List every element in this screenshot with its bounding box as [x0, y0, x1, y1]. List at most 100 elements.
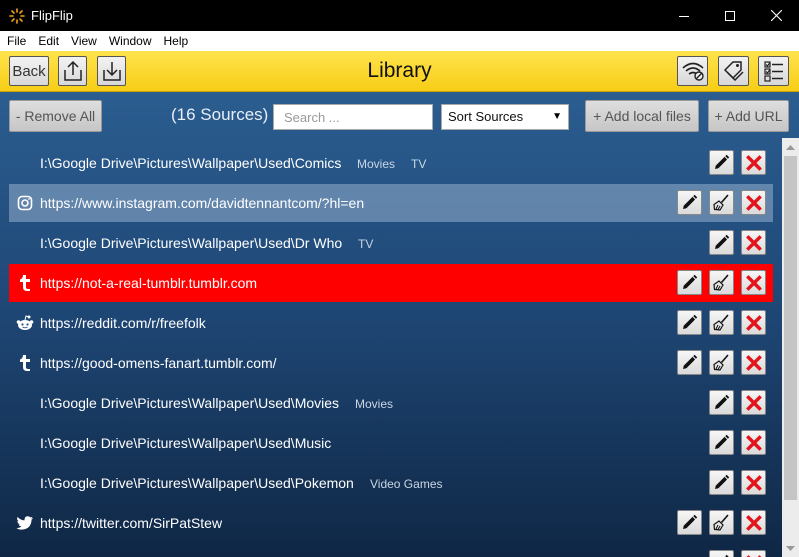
menu-window[interactable]: Window [102, 31, 157, 51]
delete-x-icon [745, 354, 762, 371]
delete-x-icon [745, 234, 762, 251]
menu-file[interactable]: File [0, 31, 31, 51]
instagram-icon [16, 194, 34, 212]
delete-source-button[interactable] [741, 510, 766, 535]
back-button[interactable]: Back [9, 56, 49, 86]
edit-pencil-icon [713, 154, 730, 171]
source-url[interactable]: https://not-a-real-tumblr.tumblr.com [40, 275, 257, 291]
delete-source-button[interactable] [741, 470, 766, 495]
source-url[interactable]: I:\Google Drive\Pictures\Wallpaper\Used\… [40, 395, 339, 411]
source-row[interactable]: I:\Google Drive\Pictures\Wallpaper\Used\… [9, 544, 773, 557]
edit-source-button[interactable] [677, 510, 702, 535]
minimize-icon [679, 15, 689, 17]
remove-all-button[interactable]: - Remove All [9, 100, 102, 132]
broom-icon [713, 314, 730, 331]
edit-source-button[interactable] [709, 390, 734, 415]
edit-pencil-icon [713, 394, 730, 411]
twitter-icon [16, 514, 34, 532]
source-tag: TV [411, 157, 427, 171]
delete-source-button[interactable] [741, 150, 766, 175]
clean-source-button[interactable] [709, 270, 734, 295]
menu-help[interactable]: Help [157, 31, 194, 51]
delete-x-icon [745, 434, 762, 451]
menu-edit[interactable]: Edit [31, 31, 64, 51]
edit-pencil-icon [713, 434, 730, 451]
source-row[interactable]: https://reddit.com/r/freefolk [9, 304, 773, 342]
source-url[interactable]: https://reddit.com/r/freefolk [40, 315, 206, 331]
wifi-off-icon [681, 62, 704, 81]
delete-x-icon [745, 154, 762, 171]
source-row[interactable]: I:\Google Drive\Pictures\Wallpaper\Used\… [9, 464, 773, 502]
delete-source-button[interactable] [741, 390, 766, 415]
close-window-button[interactable] [753, 0, 799, 31]
source-count: (16 Sources) [171, 105, 269, 124]
add-local-files-button[interactable]: + Add local files [585, 100, 699, 132]
clean-source-button[interactable] [709, 190, 734, 215]
scrollbar-thumb[interactable] [784, 156, 797, 500]
source-row[interactable]: https://www.instagram.com/davidtennantco… [9, 184, 773, 222]
delete-source-button[interactable] [741, 310, 766, 335]
maximize-button[interactable] [707, 0, 753, 31]
add-url-button[interactable]: + Add URL [708, 100, 789, 132]
source-url[interactable]: https://twitter.com/SirPatStew [40, 515, 222, 531]
delete-x-icon [745, 314, 762, 331]
clean-source-button[interactable] [709, 310, 734, 335]
menu-view[interactable]: View [64, 31, 102, 51]
broom-icon [713, 514, 730, 531]
sort-selected-value: Sort Sources [448, 109, 524, 124]
tag-manager-button[interactable] [718, 56, 749, 86]
edit-source-button[interactable] [709, 470, 734, 495]
clean-source-button[interactable] [709, 350, 734, 375]
delete-x-icon [745, 194, 762, 211]
batch-tag-button[interactable] [758, 56, 789, 86]
offline-mode-button[interactable] [677, 56, 708, 86]
scroll-up-icon[interactable] [785, 142, 796, 154]
source-row[interactable]: https://not-a-real-tumblr.tumblr.com [9, 264, 773, 302]
source-url[interactable]: I:\Google Drive\Pictures\Wallpaper\Used\… [40, 475, 354, 491]
scroll-down-icon[interactable] [785, 542, 796, 554]
source-tag: Movies [357, 157, 396, 171]
source-url[interactable]: https://www.instagram.com/davidtennantco… [40, 195, 364, 211]
delete-x-icon [745, 514, 762, 531]
edit-source-button[interactable] [677, 350, 702, 375]
source-row[interactable]: I:\Google Drive\Pictures\Wallpaper\Used\… [9, 384, 773, 422]
source-row[interactable]: https://good-omens-fanart.tumblr.com/ [9, 344, 773, 382]
window-title: FlipFlip [31, 8, 73, 23]
edit-source-button[interactable] [677, 310, 702, 335]
edit-pencil-icon [681, 354, 698, 371]
broom-icon [713, 354, 730, 371]
source-row[interactable]: I:\Google Drive\Pictures\Wallpaper\Used\… [9, 224, 773, 262]
delete-source-button[interactable] [741, 350, 766, 375]
delete-x-icon [745, 474, 762, 491]
edit-source-button[interactable] [709, 430, 734, 455]
source-url[interactable]: I:\Google Drive\Pictures\Wallpaper\Used\… [40, 235, 342, 251]
sort-sources-select[interactable]: Sort Sources ▼ [441, 104, 569, 130]
clean-source-button[interactable] [709, 510, 734, 535]
source-url[interactable]: I:\Google Drive\Pictures\Wallpaper\Used\… [40, 435, 331, 451]
delete-source-button[interactable] [741, 270, 766, 295]
source-tag: Video Games [370, 477, 443, 491]
tumblr-icon [16, 354, 34, 372]
source-url[interactable]: https://good-omens-fanart.tumblr.com/ [40, 355, 277, 371]
minimize-button[interactable] [661, 0, 707, 31]
edit-source-button[interactable] [677, 190, 702, 215]
flipflip-logo-icon [9, 8, 25, 24]
close-icon [770, 10, 782, 21]
source-row[interactable]: I:\Google Drive\Pictures\Wallpaper\Used\… [9, 424, 773, 462]
source-row[interactable]: I:\Google Drive\Pictures\Wallpaper\Used\… [9, 144, 773, 182]
import-button[interactable] [97, 56, 126, 86]
delete-source-button[interactable] [741, 550, 766, 557]
search-input[interactable] [273, 104, 433, 130]
edit-pencil-icon [681, 314, 698, 331]
edit-source-button[interactable] [709, 150, 734, 175]
edit-source-button[interactable] [709, 550, 734, 557]
source-row[interactable]: https://twitter.com/SirPatStew [9, 504, 773, 542]
edit-pencil-icon [713, 474, 730, 491]
edit-source-button[interactable] [709, 230, 734, 255]
delete-source-button[interactable] [741, 430, 766, 455]
delete-source-button[interactable] [741, 230, 766, 255]
source-url[interactable]: I:\Google Drive\Pictures\Wallpaper\Used\… [40, 155, 341, 171]
edit-source-button[interactable] [677, 270, 702, 295]
delete-source-button[interactable] [741, 190, 766, 215]
export-button[interactable] [58, 56, 87, 86]
